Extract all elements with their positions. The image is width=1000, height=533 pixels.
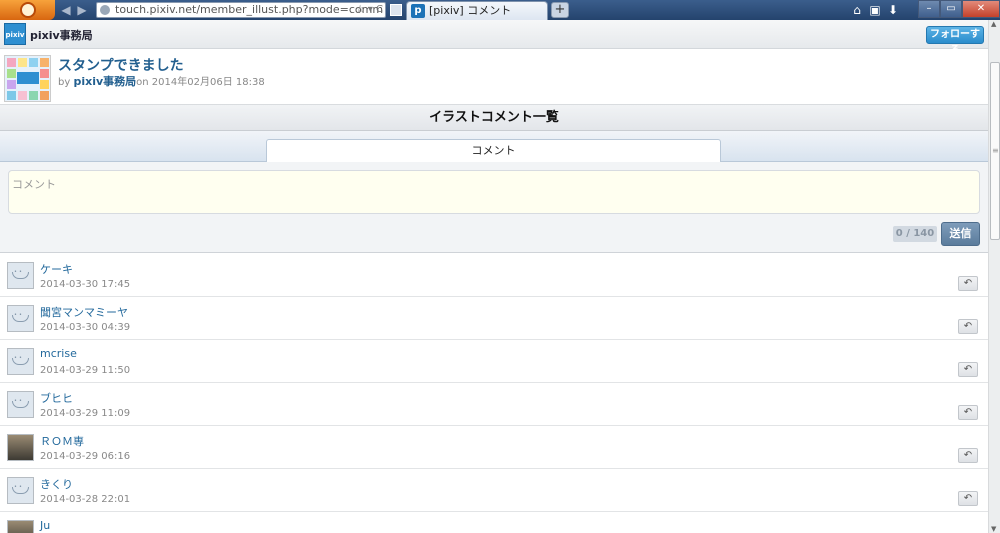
address-bar[interactable]: touch.pixiv.net/member_illust.php?mode=c… [96,2,386,18]
commenter-avatar[interactable] [7,434,34,461]
tab-title: [pixiv] コメント [429,4,512,17]
reply-button[interactable]: ↶ [958,491,978,506]
avatar-smile-icon [12,401,29,408]
comment-date: 2014-03-29 06:16 [40,451,131,462]
forward-icon[interactable]: ▶ [74,2,90,18]
commenter-name[interactable]: mcrise [40,347,77,360]
avatar-smile-icon [12,487,29,494]
scroll-down-icon[interactable]: ▼ [991,525,999,533]
reply-icon: ↶ [963,278,973,289]
commenter-name[interactable]: ブヒヒ [40,390,73,406]
minimize-button[interactable]: – [918,0,940,18]
sidebar-icon[interactable]: ▣ [866,2,884,18]
vertical-scrollbar[interactable]: ▲ ≡ ▼ [988,20,1000,533]
send-button[interactable]: 送信 [941,222,980,246]
user-name[interactable]: pixiv事務局 [30,27,93,43]
commenter-avatar[interactable]: •• [7,348,34,375]
comment-row: •• 聞宮マンマミーヤ 2014-03-30 04:39 ↶ [0,297,988,340]
char-counter: 0 / 140 [893,226,937,242]
comment-row: Ju↶ [0,512,988,533]
page-viewport: pixiv pixiv事務局 フォローする スタンプできました by pixiv… [0,20,988,533]
commenter-name[interactable]: ＲＯＭ専 [40,433,84,449]
scrollbar-grip-icon: ≡ [992,146,999,155]
comment-date: 2014-03-29 11:09 [40,408,131,419]
user-header: pixiv pixiv事務局 フォローする [0,20,988,56]
commenter-avatar[interactable] [7,520,34,533]
avatar-smile-icon [12,358,29,365]
home-icon[interactable]: ⌂ [848,2,866,18]
comment-form: 0 / 140 送信 [0,162,988,253]
on-label: on [136,77,149,88]
browser-toolbar-right: ⌂ ▣ ⬇ [848,2,912,18]
reply-icon: ↶ [963,407,973,418]
browser-tab[interactable]: p [pixiv] コメント [406,1,548,20]
avatar-smile-icon [12,272,29,279]
navigation-buttons: ◀ ▶ [58,2,92,18]
tab-groups-icon[interactable] [390,4,402,16]
url-text: touch.pixiv.net/member_illust.php?mode=c… [115,3,384,16]
reply-button[interactable]: ↶ [958,362,978,377]
comment-date: 2014-03-28 22:01 [40,494,131,505]
comment-tabbar: コメント [0,131,988,163]
follow-button[interactable]: フォローする [926,26,984,56]
comment-list: •• ケーキ 2014-03-30 17:45 ↶ •• 聞宮マンマミーヤ 2014-03-… [0,254,988,533]
reply-button[interactable]: ↶ [958,448,978,463]
window-controls: – ▭ ✕ [918,0,1000,18]
commenter-name[interactable]: きくり [40,476,73,492]
scroll-up-icon[interactable]: ▲ [991,20,999,28]
work-info: スタンプできました by pixiv事務局on 2014年02月06日 18:3… [0,49,988,105]
comment-row: •• mcrise 2014-03-29 11:50 ↶ [0,340,988,383]
work-thumbnail[interactable] [4,55,51,102]
commenter-name[interactable]: 聞宮マンマミーヤ [40,304,128,320]
reply-button[interactable]: ↶ [958,319,978,334]
comment-date: 2014-03-30 17:45 [40,279,131,290]
reply-button[interactable]: ↶ [958,276,978,291]
reply-icon: ↶ [963,493,973,504]
firefox-logo-icon [20,2,36,18]
avatar-smile-icon [12,315,29,322]
back-icon[interactable]: ◀ [58,2,74,18]
comment-date: 2014-03-30 04:39 [40,322,131,333]
comment-row: •• きくり 2014-03-28 22:01 ↶ [0,469,988,512]
comment-row: ＲＯＭ専 2014-03-29 06:16 ↶ [0,426,988,469]
firefox-menu-button[interactable] [0,0,55,20]
work-date: 2014年02月06日 18:38 [151,77,265,88]
reply-icon: ↶ [963,321,973,332]
work-author[interactable]: pixiv事務局 [73,75,136,88]
reply-button[interactable]: ↶ [958,405,978,420]
reply-icon: ↶ [963,364,973,375]
work-meta: by pixiv事務局on 2014年02月06日 18:38 [58,73,265,89]
tab-comment[interactable]: コメント [266,139,721,163]
comment-date: 2014-03-29 11:50 [40,365,131,376]
commenter-name[interactable]: Ju [40,519,50,532]
commenter-avatar[interactable]: •• [7,305,34,332]
globe-icon [100,5,110,15]
commenter-avatar[interactable]: •• [7,262,34,289]
new-tab-button[interactable]: + [551,2,569,18]
comment-input[interactable] [8,170,980,214]
work-title[interactable]: スタンプできました [58,55,184,75]
section-title: イラストコメント一覧 [0,105,988,131]
download-icon[interactable]: ⬇ [884,2,902,18]
user-avatar[interactable]: pixiv [4,23,26,45]
comment-row: •• ブヒヒ 2014-03-29 11:09 ↶ [0,383,988,426]
pixiv-favicon-icon: p [411,4,425,18]
comment-row: •• ケーキ 2014-03-30 17:45 ↶ [0,254,988,297]
commenter-avatar[interactable]: •• [7,391,34,418]
by-label: by [58,77,71,88]
commenter-avatar[interactable]: •• [7,477,34,504]
maximize-button[interactable]: ▭ [940,0,962,18]
reply-icon: ↶ [963,450,973,461]
url-tools[interactable]: ☆ ▾ C [356,3,383,17]
browser-chrome: ◀ ▶ touch.pixiv.net/member_illust.php?mod… [0,0,1000,20]
commenter-name[interactable]: ケーキ [40,261,73,277]
close-button[interactable]: ✕ [962,0,1000,18]
